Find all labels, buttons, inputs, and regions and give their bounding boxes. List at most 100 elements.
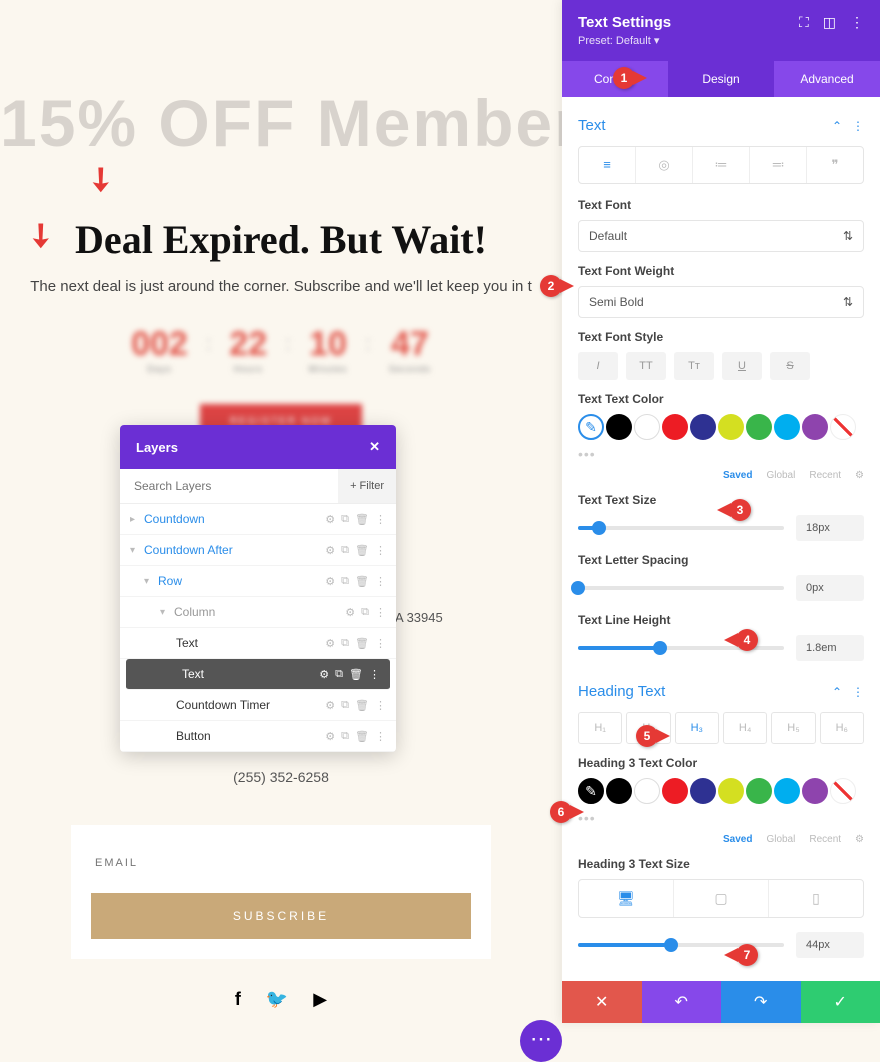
italic-button[interactable]: I: [578, 352, 618, 380]
more-icon[interactable]: ⋮: [375, 513, 386, 526]
layer-item-row[interactable]: ▾Row ⚙⧉🗑⋮: [120, 566, 396, 597]
facebook-icon[interactable]: f: [235, 989, 241, 1009]
expand-icon[interactable]: ◫: [823, 14, 836, 31]
gear-icon[interactable]: ⚙: [855, 834, 864, 845]
line-height-value[interactable]: 1.8em: [796, 635, 864, 661]
h1-button[interactable]: H₁: [578, 712, 622, 744]
gear-icon[interactable]: ⚙: [855, 470, 864, 481]
letter-spacing-value[interactable]: 0px: [796, 575, 864, 601]
desktop-button[interactable]: 🖥: [579, 880, 674, 917]
layer-item-countdown-after[interactable]: ▾Countdown After ⚙⧉🗑⋮: [120, 535, 396, 566]
h6-button[interactable]: H₆: [820, 712, 864, 744]
subscribe-button[interactable]: SUBSCRIBE: [91, 893, 471, 939]
color-swatch[interactable]: [718, 778, 744, 804]
tab-advanced[interactable]: Advanced: [774, 61, 880, 97]
responsive-buttons: 🖥 ▢ ▯: [578, 879, 864, 918]
color-swatch[interactable]: [606, 778, 632, 804]
more-icon[interactable]: ⋮: [850, 14, 864, 31]
tab-design[interactable]: Design: [668, 61, 774, 97]
focus-icon[interactable]: ⛶: [799, 14, 809, 31]
layer-item-text-active[interactable]: Text ⚙⧉🗑⋮: [126, 659, 390, 690]
trash-icon[interactable]: 🗑: [349, 668, 363, 681]
global-tab[interactable]: Global: [766, 834, 795, 845]
layer-item-button[interactable]: Button ⚙⧉🗑⋮: [120, 721, 396, 752]
h3-button[interactable]: H₃: [675, 712, 719, 744]
color-none-swatch[interactable]: [830, 778, 856, 804]
sidebar-body[interactable]: Text ⌃⋮ ≡ ◎ ≔ ≕ ❞ Text Font Default⇅ Tex…: [562, 97, 880, 981]
underline-button[interactable]: U: [722, 352, 762, 380]
more-swatches-icon[interactable]: •••: [578, 446, 864, 462]
quote-button[interactable]: ❞: [807, 147, 863, 183]
global-tab[interactable]: Global: [766, 470, 795, 481]
smallcaps-button[interactable]: Tᴛ: [674, 352, 714, 380]
cancel-button[interactable]: ✕: [562, 981, 642, 1023]
weight-select[interactable]: Semi Bold⇅: [578, 286, 864, 318]
strikethrough-button[interactable]: S: [770, 352, 810, 380]
chevron-up-icon[interactable]: ⌃: [832, 685, 842, 699]
group-heading-header[interactable]: Heading Text ⌃⋮: [578, 683, 864, 700]
undo-button[interactable]: ↶: [642, 981, 722, 1023]
tablet-button[interactable]: ▢: [674, 880, 769, 917]
color-swatch[interactable]: [690, 778, 716, 804]
chevron-up-icon[interactable]: ⌃: [832, 119, 842, 133]
more-icon[interactable]: ⋮: [852, 685, 864, 699]
color-swatch[interactable]: [802, 778, 828, 804]
color-swatch[interactable]: [690, 414, 716, 440]
redo-button[interactable]: ↷: [721, 981, 801, 1023]
align-left-button[interactable]: ≡: [579, 147, 636, 183]
font-select[interactable]: Default⇅: [578, 220, 864, 252]
floating-action-button[interactable]: ⋯: [520, 1020, 562, 1062]
saved-tab[interactable]: Saved: [723, 834, 752, 845]
color-swatch[interactable]: [774, 414, 800, 440]
color-swatch[interactable]: [774, 778, 800, 804]
more-swatches-icon[interactable]: •••: [578, 810, 864, 826]
email-input[interactable]: [91, 845, 471, 881]
uppercase-button[interactable]: TT: [626, 352, 666, 380]
h4-button[interactable]: H₄: [723, 712, 767, 744]
letter-spacing-slider[interactable]: [578, 586, 784, 590]
phone-button[interactable]: ▯: [769, 880, 863, 917]
color-swatch[interactable]: [634, 778, 660, 804]
gear-icon[interactable]: ⚙: [325, 513, 335, 526]
color-swatch[interactable]: [634, 414, 660, 440]
layer-item-text[interactable]: Text ⚙⧉🗑⋮: [120, 628, 396, 659]
color-swatch[interactable]: [662, 778, 688, 804]
color-swatch[interactable]: [746, 778, 772, 804]
text-shadow-button[interactable]: ◎: [636, 147, 693, 183]
layer-item-countdown[interactable]: ▸Countdown ⚙⧉🗑⋮: [120, 504, 396, 535]
twitter-icon[interactable]: 🐦: [266, 989, 288, 1009]
duplicate-icon[interactable]: ⧉: [341, 513, 349, 526]
h5-button[interactable]: H₅: [771, 712, 815, 744]
youtube-icon[interactable]: ▶: [313, 989, 327, 1009]
h3-color-label: Heading 3 Text Color: [578, 756, 864, 770]
more-icon[interactable]: ⋮: [852, 119, 864, 133]
color-picker-button[interactable]: ✎: [578, 414, 604, 440]
group-text-header[interactable]: Text ⌃⋮: [578, 117, 864, 134]
color-swatch[interactable]: [606, 414, 632, 440]
layers-search-input[interactable]: [120, 469, 338, 503]
list-ol-button[interactable]: ≕: [750, 147, 807, 183]
recent-tab[interactable]: Recent: [809, 470, 841, 481]
recent-tab[interactable]: Recent: [809, 834, 841, 845]
h3-size-value[interactable]: 44px: [796, 932, 864, 958]
gear-icon[interactable]: ⚙: [319, 668, 329, 681]
text-size-value[interactable]: 18px: [796, 515, 864, 541]
layers-filter-button[interactable]: + Filter: [338, 469, 396, 503]
saved-tab[interactable]: Saved: [723, 470, 752, 481]
more-icon[interactable]: ⋮: [369, 668, 380, 681]
color-swatch[interactable]: [746, 414, 772, 440]
close-icon[interactable]: ✕: [369, 439, 380, 455]
color-swatch[interactable]: [662, 414, 688, 440]
preset-label[interactable]: Preset: Default ▾: [578, 34, 864, 47]
text-size-slider[interactable]: [578, 526, 784, 530]
list-ul-button[interactable]: ≔: [693, 147, 750, 183]
layer-item-countdown-timer[interactable]: Countdown Timer ⚙⧉🗑⋮: [120, 690, 396, 721]
layer-item-column[interactable]: ▾Column ⚙⧉⋮: [120, 597, 396, 628]
duplicate-icon[interactable]: ⧉: [335, 668, 343, 681]
color-swatch[interactable]: [802, 414, 828, 440]
color-swatch[interactable]: [718, 414, 744, 440]
color-picker-button[interactable]: ✎: [578, 778, 604, 804]
save-button[interactable]: ✓: [801, 981, 880, 1023]
trash-icon[interactable]: 🗑: [355, 513, 369, 526]
color-none-swatch[interactable]: [830, 414, 856, 440]
